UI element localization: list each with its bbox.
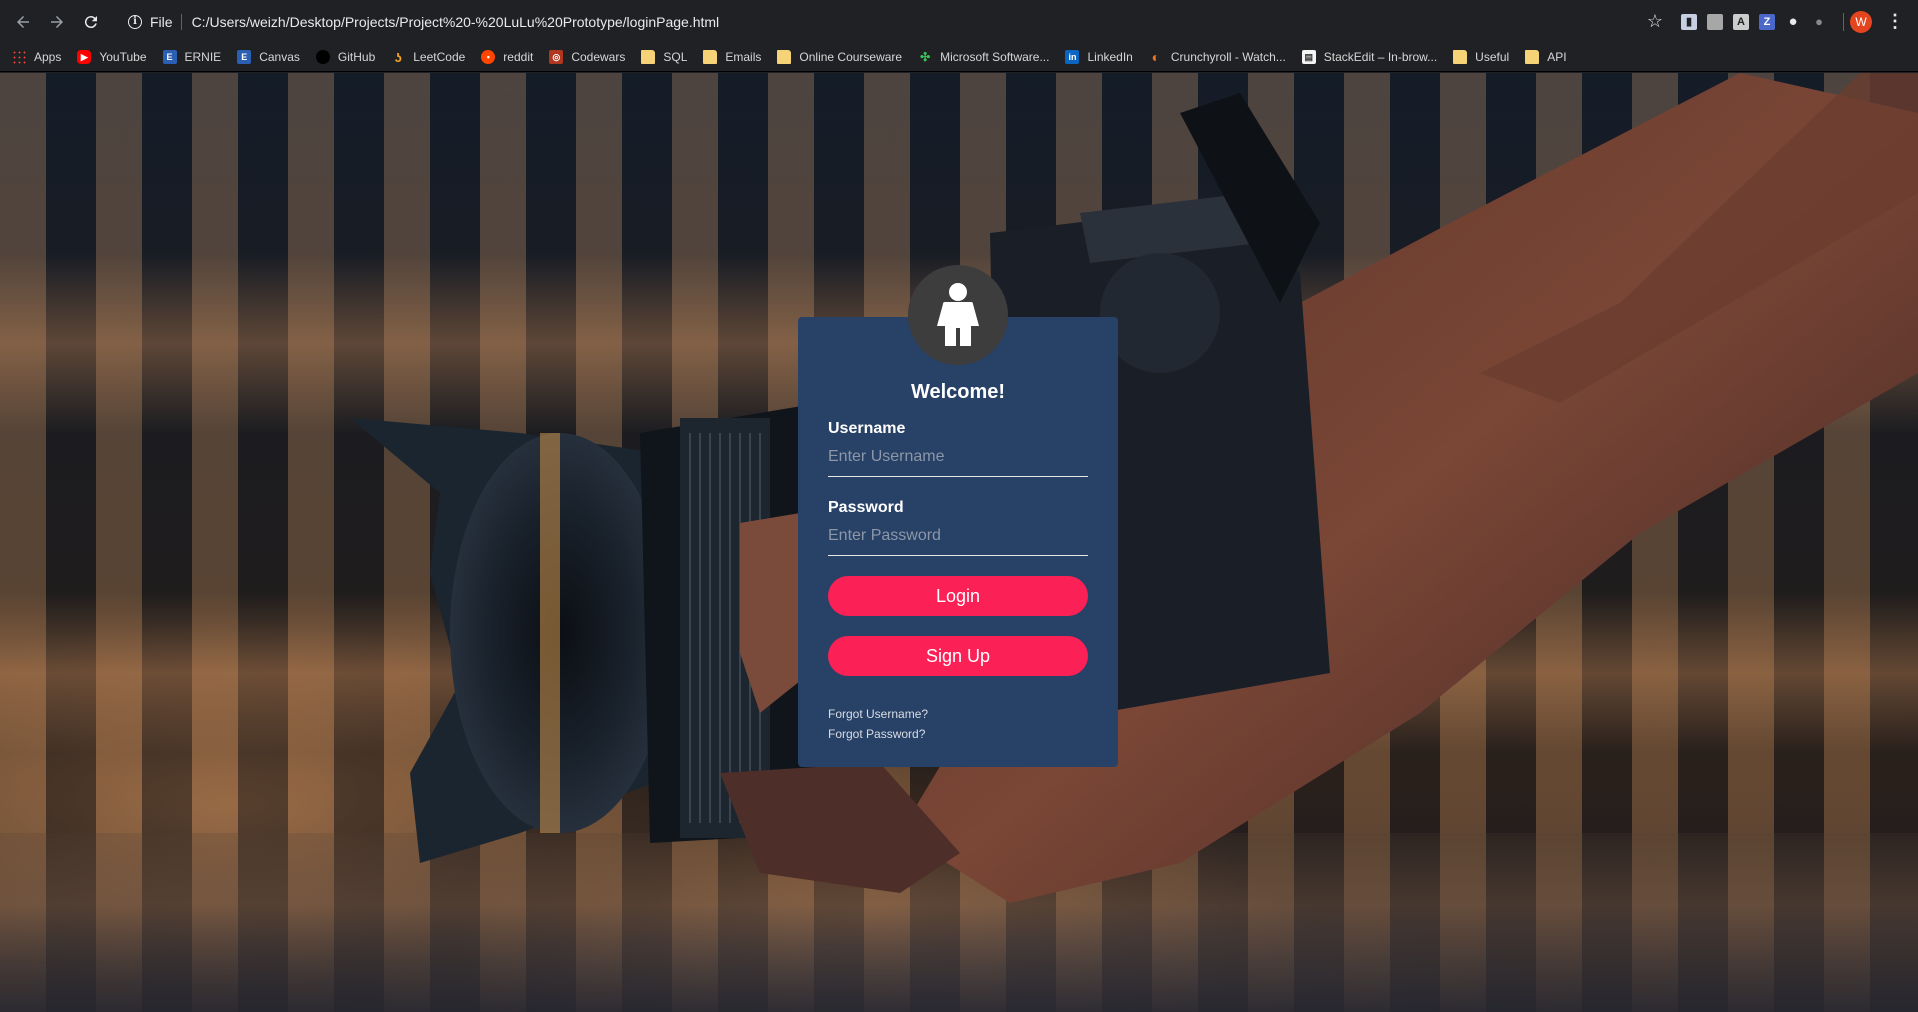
- extension-reader-icon[interactable]: A: [1733, 13, 1749, 30]
- bookmark-label: reddit: [503, 50, 534, 64]
- extension-z-icon[interactable]: Z: [1759, 13, 1775, 30]
- bookmark-label: Apps: [34, 50, 62, 64]
- bookmark-microsoft-software[interactable]: ✣ Microsoft Software...: [918, 45, 1049, 69]
- bookmark-label: ERNIE: [184, 50, 222, 64]
- reload-button[interactable]: [76, 7, 106, 37]
- bookmark-label: API: [1547, 50, 1567, 64]
- github-icon: [315, 50, 330, 64]
- forgot-links: Forgot Username? Forgot Password?: [828, 704, 1088, 744]
- stackedit-icon: ▤: [1301, 50, 1316, 64]
- user-silhouette-icon: [937, 283, 979, 346]
- bookmark-apps[interactable]: Apps: [12, 45, 61, 69]
- bookmark-emails[interactable]: Emails: [703, 45, 761, 69]
- reddit-icon: •: [481, 50, 496, 64]
- bookmark-label: Useful: [1475, 50, 1510, 64]
- crunchyroll-icon: ◐: [1151, 49, 1161, 65]
- toolbar-separator: [1843, 12, 1844, 31]
- bookmark-canvas[interactable]: E Canvas: [237, 45, 300, 69]
- bookmark-label: SQL: [663, 50, 688, 64]
- bookmark-label: Emails: [725, 50, 762, 64]
- apps-icon: [12, 50, 26, 64]
- login-button[interactable]: Login: [828, 576, 1088, 616]
- bookmark-label: GitHub: [337, 50, 376, 64]
- bookmark-youtube[interactable]: ▶ YouTube: [77, 45, 147, 69]
- extension-misc-icon[interactable]: ●: [1811, 14, 1827, 30]
- info-icon[interactable]: i: [128, 14, 142, 29]
- bookmark-label: LeetCode: [413, 50, 466, 64]
- password-label: Password: [828, 499, 904, 516]
- bookmark-reddit[interactable]: • reddit: [481, 45, 533, 69]
- forgot-password-link[interactable]: Forgot Password?: [828, 724, 1088, 744]
- reload-icon: [84, 15, 97, 28]
- username-label: Username: [828, 420, 906, 437]
- bookmark-linkedin[interactable]: in LinkedIn: [1065, 45, 1133, 69]
- omnibox-separator: [180, 13, 182, 30]
- folder-icon: [703, 50, 718, 64]
- folder-icon: [1453, 50, 1468, 64]
- extension-bookmark-icon[interactable]: ▮: [1681, 13, 1697, 30]
- url-text[interactable]: C:/Users/weizh/Desktop/Projects/Project%…: [192, 14, 720, 30]
- url-scheme: File: [150, 13, 173, 30]
- bookmark-label: Microsoft Software...: [940, 50, 1050, 64]
- bookmark-label: Online Courseware: [799, 50, 903, 64]
- canvas-icon: E: [237, 50, 252, 64]
- bookmark-online-courseware[interactable]: Online Courseware: [777, 45, 902, 69]
- codewars-icon: ◎: [549, 50, 564, 64]
- bookmark-label: Crunchyroll - Watch...: [1170, 50, 1286, 64]
- bookmark-label: Codewars: [571, 50, 626, 64]
- bookmark-star-icon[interactable]: ☆: [1647, 11, 1663, 32]
- bookmark-github[interactable]: GitHub: [315, 45, 376, 69]
- extension-gray-icon[interactable]: [1707, 13, 1723, 30]
- bookmark-label: Canvas: [259, 50, 300, 64]
- linkedin-icon: in: [1065, 50, 1080, 64]
- bookmark-codewars[interactable]: ◎ Codewars: [549, 45, 625, 69]
- bookmark-label: LinkedIn: [1087, 50, 1133, 64]
- youtube-icon: ▶: [77, 50, 92, 64]
- password-input[interactable]: [828, 523, 1088, 556]
- folder-icon: [777, 50, 792, 64]
- leetcode-icon: ʖ: [394, 49, 402, 65]
- bookmark-label: StackEdit – In-brow...: [1323, 50, 1438, 64]
- bookmark-api[interactable]: API: [1525, 45, 1567, 69]
- menu-icon[interactable]: ⋮: [1886, 11, 1904, 32]
- address-bar[interactable]: i File C:/Users/weizh/Desktop/Projects/P…: [128, 7, 1647, 37]
- bookmark-sql[interactable]: SQL: [641, 45, 687, 69]
- folder-icon: [1525, 50, 1540, 64]
- bookmark-crunchyroll[interactable]: ◐ Crunchyroll - Watch...: [1149, 45, 1286, 69]
- extensions-area: ▮ A Z ● ●: [1681, 13, 1827, 30]
- signup-button[interactable]: Sign Up: [828, 636, 1088, 676]
- profile-avatar[interactable]: W: [1850, 10, 1872, 33]
- forward-arrow-icon: [51, 15, 63, 28]
- ernie-icon: E: [162, 50, 177, 64]
- microsoft-icon: ✣: [920, 50, 931, 64]
- forgot-username-link[interactable]: Forgot Username?: [828, 704, 1088, 724]
- back-button[interactable]: [8, 7, 38, 37]
- bookmark-label: YouTube: [99, 50, 147, 64]
- username-input[interactable]: [828, 444, 1088, 477]
- bookmark-ernie[interactable]: E ERNIE: [162, 45, 222, 69]
- bookmark-useful[interactable]: Useful: [1453, 45, 1509, 69]
- folder-icon: [641, 50, 656, 64]
- browser-toolbar: i File C:/Users/weizh/Desktop/Projects/P…: [0, 0, 1918, 43]
- login-card: Welcome! Username Password Login Sign Up…: [798, 265, 1118, 767]
- back-arrow-icon: [17, 15, 29, 28]
- forward-button[interactable]: [42, 7, 72, 37]
- page-viewport: Welcome! Username Password Login Sign Up…: [0, 73, 1918, 1012]
- user-avatar: [908, 265, 1008, 365]
- welcome-title: Welcome!: [910, 381, 1006, 403]
- bookmark-leetcode[interactable]: ʖ LeetCode: [391, 45, 466, 69]
- bookmark-stackedit[interactable]: ▤ StackEdit – In-brow...: [1301, 45, 1438, 69]
- extension-github-icon[interactable]: ●: [1785, 13, 1801, 30]
- bookmarks-bar: Apps ▶ YouTube E ERNIE E Canvas GitHub ʖ Lee…: [0, 43, 1918, 72]
